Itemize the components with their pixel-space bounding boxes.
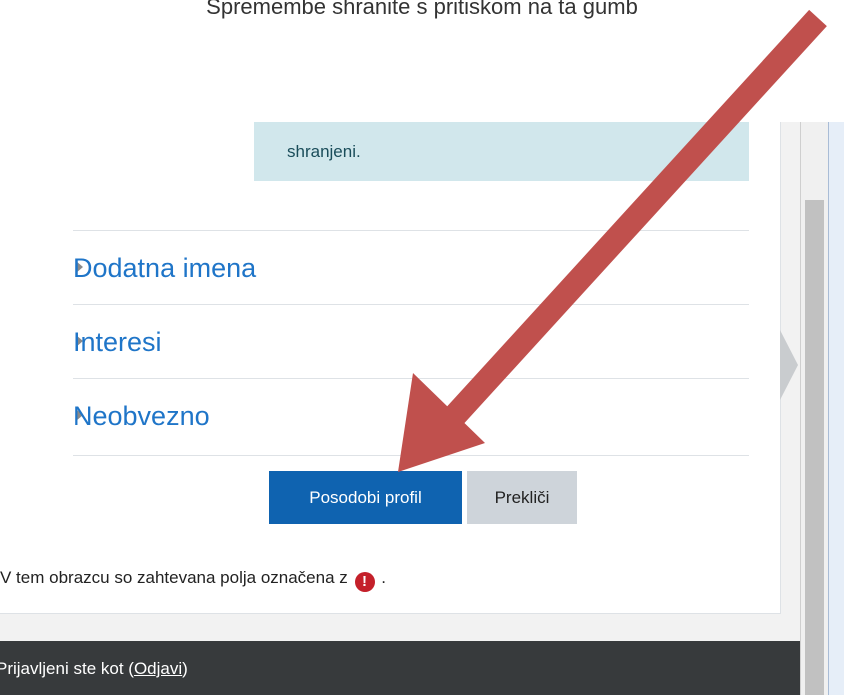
section-label-neobvezno[interactable]: Neobvezno bbox=[73, 401, 210, 432]
info-alert: shranjeni. bbox=[254, 122, 749, 181]
logout-link[interactable]: Odjavi bbox=[134, 659, 182, 678]
required-note-suffix: . bbox=[381, 568, 386, 587]
section-label-dodatna-imena[interactable]: Dodatna imena bbox=[73, 253, 256, 284]
section-interesi[interactable] bbox=[73, 304, 749, 379]
logged-in-label: Prijavljeni ste kot bbox=[0, 659, 124, 678]
window-edge bbox=[828, 122, 844, 695]
instruction-caption: Spremembe shranite s pritiskom na ta gum… bbox=[0, 0, 844, 32]
scrollbar-thumb[interactable] bbox=[805, 200, 824, 695]
required-note-text: V tem obrazcu so zahtevana polja označen… bbox=[0, 568, 348, 587]
cancel-button[interactable]: Prekliči bbox=[467, 471, 577, 524]
required-icon: ! bbox=[354, 572, 375, 592]
page-footer: Prijavljeni ste kot (Odjavi) bbox=[0, 641, 800, 695]
info-alert-text: shranjeni. bbox=[287, 142, 361, 161]
instruction-text: Spremembe shranite s pritiskom na ta gum… bbox=[206, 0, 638, 19]
required-fields-note: V tem obrazcu so zahtevana polja označen… bbox=[0, 568, 386, 592]
update-profile-button[interactable]: Posodobi profil bbox=[269, 471, 462, 524]
background-shape bbox=[780, 330, 798, 400]
section-label-interesi[interactable]: Interesi bbox=[73, 327, 162, 358]
login-status: Prijavljeni ste kot (Odjavi) bbox=[0, 659, 188, 679]
